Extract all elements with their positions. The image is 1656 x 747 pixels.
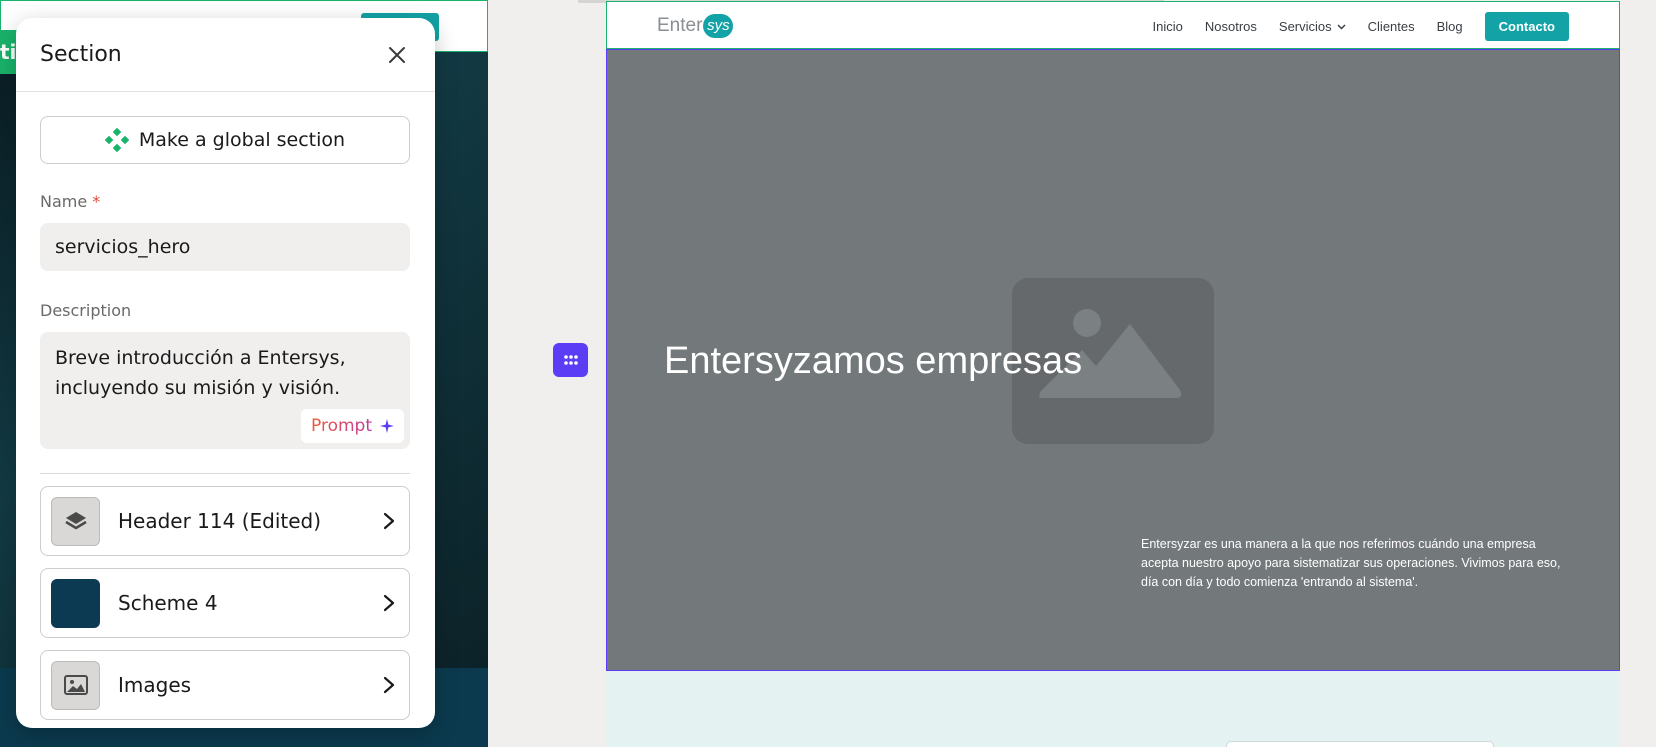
prompt-button[interactable]: Prompt (301, 409, 404, 443)
name-label-text: Name (40, 192, 88, 211)
hero-title: Entersyzamos empresas (664, 340, 1083, 382)
global-section-icon (104, 128, 129, 152)
site-preview: Enter sys Inicio Nosotros Servicios Clien… (606, 1, 1620, 747)
close-button[interactable] (383, 41, 411, 69)
chevron-down-icon (1337, 23, 1346, 30)
section-panel: Section Make a global section Name * ser… (16, 18, 435, 728)
chevron-right-icon (379, 594, 399, 612)
logo-text: Enter (657, 15, 703, 36)
color-scheme-label: Scheme 4 (118, 591, 218, 615)
site-nav-links: Inicio Nosotros Servicios Clientes Blog … (1131, 12, 1569, 41)
images-row[interactable]: Images (40, 650, 410, 720)
nav-link-servicios-label: Servicios (1278, 19, 1332, 34)
logo-badge: sys (703, 14, 734, 38)
nav-link-nosotros[interactable]: Nosotros (1205, 19, 1257, 34)
nav-link-blog[interactable]: Blog (1437, 19, 1463, 34)
section-drag-handle[interactable] (553, 343, 588, 377)
panel-header: Section (16, 18, 435, 92)
next-section-card (1226, 741, 1494, 747)
hero-section-selected[interactable]: Entersyzamos empresas Entersyzar es una … (606, 49, 1620, 671)
make-global-section-label: Make a global section (138, 129, 346, 151)
divider (40, 473, 410, 474)
panel-body: Make a global section Name * servicios_h… (16, 92, 435, 720)
make-global-section-button[interactable]: Make a global section (40, 116, 410, 164)
description-textarea[interactable]: Breve introducción a Entersys, incluyend… (40, 332, 410, 449)
description-label: Description (40, 301, 132, 320)
contact-button[interactable]: Contacto (1484, 12, 1569, 41)
layout-row-header-114[interactable]: Header 114 (Edited) (40, 486, 410, 556)
image-icon (51, 660, 100, 710)
name-input[interactable]: servicios_hero (40, 223, 410, 271)
site-logo[interactable]: Enter sys (657, 14, 734, 38)
name-label: Name * (40, 192, 411, 211)
color-swatch (51, 578, 100, 628)
panel-title: Section (40, 42, 122, 67)
hero-description: Entersyzar es una manera a la que nos re… (1141, 537, 1561, 589)
chevron-right-icon (379, 512, 399, 530)
close-icon (389, 46, 405, 63)
color-scheme-row[interactable]: Scheme 4 (40, 568, 410, 638)
layout-row-label: Header 114 (Edited) (118, 509, 322, 533)
required-mark: * (92, 192, 101, 211)
nav-link-clientes[interactable]: Clientes (1368, 19, 1415, 34)
layers-icon (51, 496, 100, 546)
name-input-value: servicios_hero (55, 236, 191, 258)
nav-link-inicio[interactable]: Inicio (1153, 19, 1183, 34)
grip-dots-icon (563, 355, 578, 365)
images-label: Images (118, 673, 192, 697)
nav-link-servicios[interactable]: Servicios (1279, 19, 1346, 34)
site-navbar[interactable]: Enter sys Inicio Nosotros Servicios Clien… (606, 1, 1620, 49)
background-tab-label: ti (0, 40, 17, 64)
chevron-right-icon (379, 676, 399, 694)
prompt-label: Prompt (311, 411, 372, 441)
sparkle-icon (380, 419, 394, 433)
description-value: Breve introducción a Entersys, incluyend… (55, 347, 346, 399)
